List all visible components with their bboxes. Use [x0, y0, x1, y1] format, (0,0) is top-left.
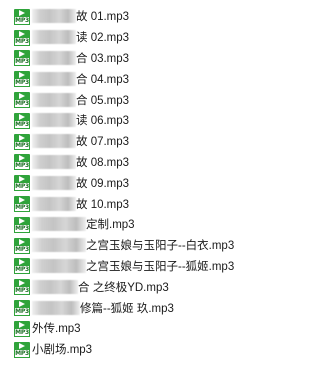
file-item[interactable]: MP3 合 05.mp3 — [14, 90, 263, 111]
file-name: 读 06.mp3 — [76, 115, 130, 128]
mp3-file-icon: MP3 — [14, 175, 30, 192]
file-item[interactable]: MP3 读 02.mp3 — [14, 28, 263, 49]
file-item[interactable]: MP3 小剧场.mp3 — [14, 340, 263, 361]
file-item[interactable]: MP3 故 09.mp3 — [14, 173, 263, 194]
redacted-text — [32, 279, 78, 294]
file-name: 合 03.mp3 — [76, 52, 130, 65]
redacted-text — [32, 196, 76, 211]
file-name: 小剧场.mp3 — [32, 344, 93, 357]
mp3-file-icon: MP3 — [14, 92, 30, 109]
file-item[interactable]: MP3 修篇--狐姬 玖.mp3 — [14, 298, 263, 319]
file-item[interactable]: MP3 合 之终极YD.mp3 — [14, 277, 263, 298]
mp3-file-icon: MP3 — [14, 196, 30, 213]
file-item[interactable]: MP3 合 03.mp3 — [14, 49, 263, 70]
file-list: MP3 故 01.mp3 MP3 读 02.mp3 MP3 合 03.mp3 M… — [14, 7, 263, 361]
redacted-text — [32, 30, 76, 45]
redacted-text — [32, 113, 76, 128]
mp3-file-icon: MP3 — [14, 71, 30, 88]
file-name: 合 04.mp3 — [76, 73, 130, 86]
file-name: 外传.mp3 — [32, 323, 81, 336]
file-name: 故 10.mp3 — [76, 198, 130, 211]
redacted-text — [32, 92, 76, 107]
mp3-file-icon: MP3 — [14, 300, 30, 317]
file-item[interactable]: MP3 故 08.mp3 — [14, 153, 263, 174]
mp3-file-icon: MP3 — [14, 8, 30, 26]
file-name: 故 09.mp3 — [76, 177, 130, 190]
mp3-file-icon: MP3 — [14, 237, 30, 255]
file-item[interactable]: MP3 合 04.mp3 — [14, 69, 263, 90]
mp3-file-icon: MP3 — [14, 29, 30, 47]
redacted-text — [32, 300, 80, 315]
file-name: 故 01.mp3 — [76, 11, 130, 24]
redacted-text — [32, 9, 76, 24]
file-item[interactable]: MP3 故 07.mp3 — [14, 132, 263, 153]
file-item[interactable]: MP3 故 10.mp3 — [14, 194, 263, 215]
file-item[interactable]: MP3 外传.mp3 — [14, 319, 263, 340]
mp3-file-icon: MP3 — [14, 112, 30, 130]
mp3-file-icon: MP3 — [14, 50, 30, 67]
redacted-text — [32, 175, 76, 190]
file-name: 合 05.mp3 — [76, 94, 130, 107]
redacted-text — [32, 258, 86, 273]
redacted-text — [32, 154, 76, 169]
file-name: 故 07.mp3 — [76, 136, 130, 149]
redacted-text — [32, 134, 76, 149]
file-item[interactable]: MP3 读 06.mp3 — [14, 111, 263, 132]
mp3-file-icon: MP3 — [14, 279, 30, 296]
mp3-file-icon: MP3 — [14, 341, 30, 359]
redacted-text — [32, 217, 86, 232]
file-item[interactable]: MP3 定制.mp3 — [14, 215, 263, 236]
mp3-file-icon: MP3 — [14, 133, 30, 151]
mp3-file-icon: MP3 — [14, 216, 30, 234]
file-name: 故 08.mp3 — [76, 156, 130, 169]
mp3-file-icon: MP3 — [14, 154, 30, 171]
file-name: 读 02.mp3 — [76, 32, 130, 45]
file-name: 合 之终极YD.mp3 — [78, 281, 169, 294]
mp3-file-icon: MP3 — [14, 258, 30, 275]
file-name: 之宫玉娘与玉阳子--白衣.mp3 — [86, 240, 235, 253]
file-item[interactable]: MP3 之宫玉娘与玉阳子--白衣.mp3 — [14, 236, 263, 257]
file-name: 定制.mp3 — [86, 219, 135, 232]
redacted-text — [32, 71, 76, 86]
mp3-file-icon: MP3 — [14, 320, 30, 338]
file-item[interactable]: MP3 之宫玉娘与玉阳子--狐姬.mp3 — [14, 257, 263, 278]
redacted-text — [32, 238, 86, 253]
redacted-text — [32, 50, 76, 65]
file-name: 之宫玉娘与玉阳子--狐姬.mp3 — [86, 260, 235, 273]
file-item[interactable]: MP3 故 01.mp3 — [14, 7, 263, 28]
file-name: 修篇--狐姬 玖.mp3 — [80, 302, 174, 315]
